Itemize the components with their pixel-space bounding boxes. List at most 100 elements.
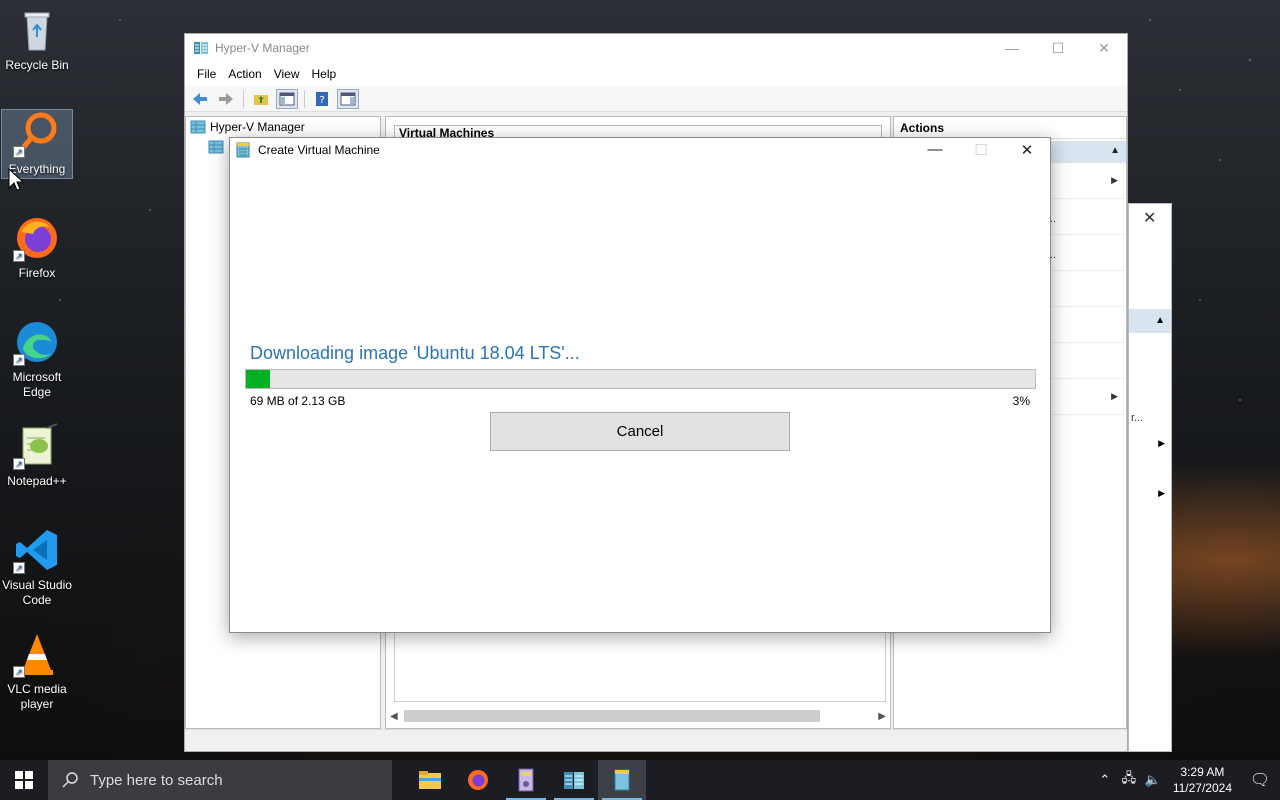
taskbar-app-1[interactable] (502, 760, 550, 800)
forward-button[interactable] (215, 89, 237, 109)
desktop-icon-recycle-bin[interactable]: Recycle Bin (2, 6, 72, 73)
maximize-button: ☐ (974, 142, 988, 159)
actions-title: Actions (894, 117, 1126, 139)
maximize-button[interactable]: ☐ (1035, 40, 1081, 57)
edge-icon: ↗ (13, 318, 61, 366)
shortcut-arrow-icon: ↗ (13, 562, 25, 574)
taskbar-hyperv-manager[interactable] (550, 760, 598, 800)
help-icon: ? (316, 91, 328, 106)
taskbar-file-explorer[interactable] (406, 760, 454, 800)
desktop-icon-vlc[interactable]: ↗ VLC media player (2, 630, 72, 712)
taskbar-create-vm[interactable] (598, 760, 646, 800)
back-arrow-icon (193, 92, 207, 105)
scroll-right-icon[interactable]: ▶ (878, 711, 886, 722)
windows-logo-icon (15, 771, 33, 789)
firefox-icon (468, 770, 488, 790)
recycle-bin-icon (13, 6, 61, 54)
create-vm-app-icon (236, 142, 250, 158)
toolbar-separator (304, 89, 305, 108)
submenu-arrow-icon: ▶ (1158, 438, 1165, 448)
console-tree-icon (279, 92, 295, 105)
show-hide-console-tree-button[interactable] (276, 88, 298, 109)
scroll-left-icon[interactable]: ◀ (390, 711, 398, 722)
start-button[interactable] (0, 760, 48, 800)
notepadpp-icon: ↗ (13, 422, 61, 470)
background-dialog-partial-text: r... (1131, 412, 1144, 424)
create-vm-titlebar[interactable]: Create Virtual Machine — ☐ ✕ (230, 138, 1050, 162)
server-node-icon (208, 140, 224, 154)
collapse-up-icon[interactable]: ▲ (1110, 145, 1120, 156)
network-icon[interactable]: 🖧 (1117, 769, 1141, 791)
progress-fill (246, 370, 270, 388)
cancel-button[interactable]: Cancel (490, 412, 790, 451)
minimize-button[interactable]: — (912, 141, 958, 159)
search-icon (62, 772, 78, 788)
show-hidden-icons-chevron-icon[interactable]: ⌃ (1093, 772, 1117, 788)
desktop-icon-notepadpp[interactable]: ↗ Notepad++ (2, 422, 72, 489)
desktop-icon-vscode[interactable]: ↗ Visual Studio Code (2, 526, 72, 608)
desktop-icon-label: Visual Studio Code (2, 578, 72, 607)
menu-action[interactable]: Action (222, 67, 267, 81)
hyperv-title: Hyper-V Manager (215, 41, 310, 55)
svg-text:?: ? (319, 95, 324, 106)
background-dialog-section-header[interactable]: ▲ (1129, 309, 1171, 333)
background-dialog[interactable]: ✕ ▲ r... ▶ ▶ (1128, 203, 1172, 752)
minimize-button[interactable]: — (989, 40, 1035, 57)
tree-root-hyperv[interactable]: Hyper-V Manager (186, 117, 380, 137)
menu-file[interactable]: File (191, 67, 222, 81)
create-vm-icon (614, 769, 630, 791)
volume-muted-icon[interactable]: 🔈 (1141, 772, 1165, 788)
taskbar-search-box[interactable]: Type here to search (48, 760, 392, 800)
clock[interactable]: 3:29 AM 11/27/2024 (1165, 764, 1240, 796)
hyperv-titlebar[interactable]: Hyper-V Manager — ☐ ✕ (185, 34, 1127, 62)
desktop-icon-label: Notepad++ (7, 474, 67, 488)
help-button[interactable]: ? (311, 89, 333, 109)
close-button[interactable]: ✕ (1081, 40, 1127, 57)
vscode-icon: ↗ (13, 526, 61, 574)
shortcut-arrow-icon: ↗ (13, 458, 25, 470)
up-folder-button[interactable] (250, 89, 272, 109)
desktop-icon-firefox[interactable]: ↗ Firefox (2, 214, 72, 281)
toolbar-separator (243, 89, 244, 108)
mouse-cursor-icon (8, 168, 24, 191)
desktop-icon-edge[interactable]: ↗ Microsoft Edge (2, 318, 72, 400)
menu-help[interactable]: Help (306, 67, 343, 81)
back-button[interactable] (189, 89, 211, 109)
menu-view[interactable]: View (268, 67, 306, 81)
tree-root-label: Hyper-V Manager (210, 120, 305, 134)
status-bar (185, 729, 1127, 751)
system-tray: ⌃ 🖧 🔈 3:29 AM 11/27/2024 🗨 (1093, 760, 1280, 800)
vlc-icon: ↗ (13, 630, 61, 678)
hyperv-node-icon (190, 120, 206, 134)
shortcut-arrow-icon: ↗ (13, 146, 25, 158)
toolbar: ? (185, 86, 1127, 112)
taskbar: Type here to search ⌃ 🖧 🔈 3:29 AM 11/27/… (0, 760, 1280, 800)
submenu-arrow-icon: ▶ (1158, 488, 1165, 498)
show-hide-action-pane-button[interactable] (337, 88, 359, 109)
server-app-icon (518, 768, 534, 792)
menu-bar: File Action View Help (185, 62, 1127, 86)
collapse-up-icon[interactable]: ▲ (1155, 315, 1165, 326)
close-button[interactable]: ✕ (1004, 141, 1050, 159)
desktop-icon-label: Firefox (18, 266, 56, 280)
search-placeholder: Type here to search (90, 771, 223, 789)
scrollbar-thumb[interactable] (404, 710, 820, 722)
download-status-message: Downloading image 'Ubuntu 18.04 LTS'... (250, 343, 580, 363)
shortcut-arrow-icon: ↗ (13, 250, 25, 262)
notification-center-icon[interactable]: 🗨 (1240, 770, 1280, 790)
folder-up-icon (254, 94, 268, 105)
create-vm-title: Create Virtual Machine (258, 143, 380, 157)
submenu-arrow-icon: ▶ (1111, 391, 1118, 401)
horizontal-scrollbar[interactable]: ◀ ▶ (390, 708, 886, 724)
submenu-arrow-icon: ▶ (1111, 175, 1118, 185)
taskbar-firefox[interactable] (454, 760, 502, 800)
file-explorer-icon (419, 771, 441, 789)
close-icon[interactable]: ✕ (1143, 208, 1156, 228)
desktop-icon-label: Microsoft Edge (12, 370, 62, 399)
create-vm-dialog[interactable]: Create Virtual Machine — ☐ ✕ Downloading… (229, 137, 1051, 633)
desktop-icon-label: Recycle Bin (5, 58, 69, 72)
download-size-text: 69 MB of 2.13 GB (250, 394, 346, 408)
hyperv-icon (564, 772, 584, 789)
desktop-icon-label: VLC media player (7, 682, 67, 711)
action-pane-icon (340, 92, 356, 105)
